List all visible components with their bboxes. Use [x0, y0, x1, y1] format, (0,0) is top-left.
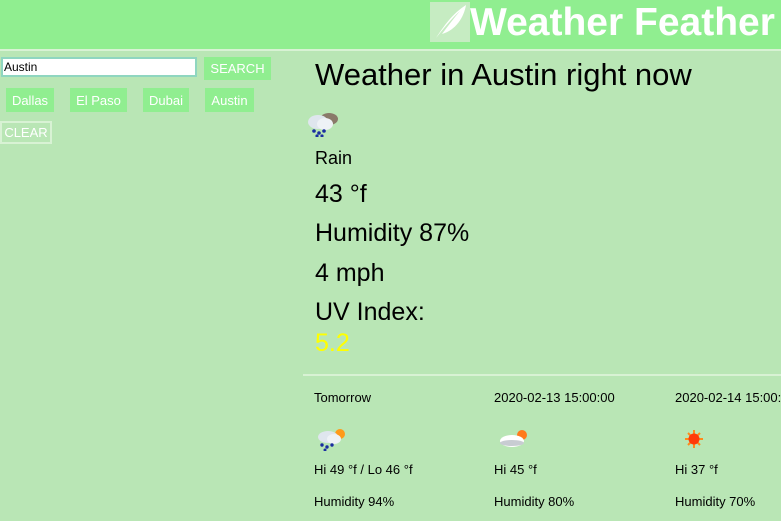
clear-button[interactable]: CLEAR: [0, 121, 52, 144]
recent-city-dubai-button[interactable]: Dubai: [143, 88, 189, 112]
forecast-date: Tomorrow: [314, 390, 372, 405]
partly-cloudy-icon: [500, 430, 527, 447]
forecast-humidity: Humidity 80%: [494, 494, 575, 509]
feather-icon: [430, 2, 470, 42]
current-temperature: 43 °f: [315, 180, 367, 208]
uv-index-value: 5.2: [315, 329, 350, 357]
app-header: Weather Feather: [0, 0, 781, 51]
search-button[interactable]: SEARCH: [204, 57, 271, 80]
forecast-humidity: Humidity 70%: [675, 494, 756, 509]
recent-city-austin-button[interactable]: Austin: [205, 88, 254, 112]
search-input[interactable]: [1, 57, 197, 77]
recent-city-dallas-button[interactable]: Dallas: [6, 88, 54, 112]
rain-sun-cloud-icon: [318, 429, 345, 451]
forecast-date: 2020-02-14 15:00:00: [675, 390, 781, 405]
forecast-temperature: Hi 37 °f: [675, 462, 718, 477]
forecast-temperature: Hi 45 °f: [494, 462, 537, 477]
forecast-humidity: Humidity 94%: [314, 494, 395, 509]
sun-icon: [685, 430, 703, 448]
section-divider: [303, 374, 781, 376]
recent-city-el-paso-button[interactable]: El Paso: [70, 88, 127, 112]
forecast-temperature: Hi 49 °f / Lo 46 °f: [314, 462, 413, 477]
uv-index-label: UV Index:: [315, 298, 425, 326]
app-title: Weather Feather: [470, 1, 775, 44]
current-weather-title: Weather in Austin right now: [315, 57, 692, 92]
current-wind-speed: 4 mph: [315, 259, 385, 287]
rain-cloud-icon: [308, 113, 338, 137]
current-humidity: Humidity 87%: [315, 219, 470, 247]
forecast-date: 2020-02-13 15:00:00: [494, 390, 615, 405]
current-condition: Rain: [315, 148, 353, 168]
